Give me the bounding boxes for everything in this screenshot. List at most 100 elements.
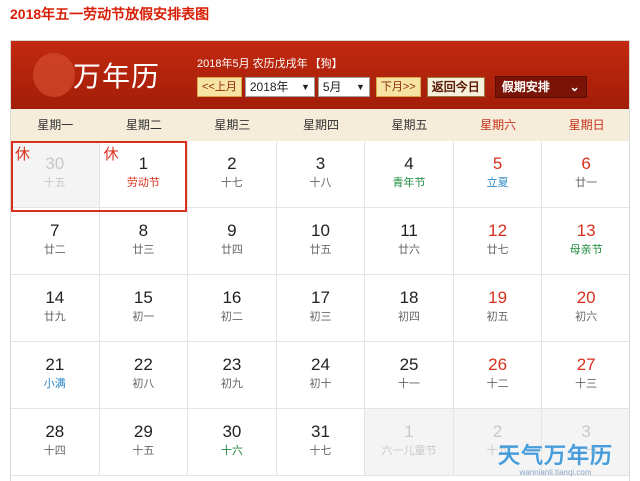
calendar-widget: 万年历 2018年5月 农历戊戌年 【狗】 <<上月 2018年 ▼ 5月 ▼ 下… [10, 40, 630, 481]
lunar-date: 十七 [309, 445, 332, 457]
day-number: 25 [399, 355, 419, 374]
day-number: 11 [400, 221, 418, 240]
day-cell[interactable]: 15 初一 [99, 275, 189, 342]
day-cell[interactable]: 7 廿二 [11, 208, 100, 275]
lunar-date: 十七 [220, 177, 243, 189]
lunar-date: 初六 [575, 311, 598, 323]
lunar-date: 廿七 [486, 244, 509, 256]
dog-logo-icon [33, 53, 75, 97]
lunar-date: 初二 [220, 311, 243, 323]
weekday-label: 星期二 [125, 118, 162, 132]
lunar-date: 初四 [398, 311, 421, 323]
day-number: 17 [311, 288, 330, 307]
day-number: 23 [222, 355, 242, 374]
lunar-date: 十一 [398, 378, 421, 390]
day-cell[interactable]: 8 廿三 [99, 208, 189, 275]
day-number: 5 [492, 154, 503, 173]
weekday-label: 星期一 [37, 118, 74, 132]
lunar-date: 廿六 [398, 244, 421, 256]
day-number: 16 [222, 288, 242, 307]
lunar-date: 十六 [220, 445, 243, 457]
rest-day-badge: 休 [15, 146, 31, 163]
day-cell[interactable]: 20 初六 [542, 275, 629, 342]
lunar-date: 十五 [132, 445, 155, 457]
today-button[interactable]: 返回今日 [426, 77, 485, 97]
day-cell[interactable]: 26 十二 [453, 342, 543, 409]
day-number: 6 [581, 154, 591, 173]
lunar-date: 廿五 [309, 244, 332, 256]
calendar-controls: <<上月 2018年 ▼ 5月 ▼ 下月>> 返回今日 假期安排 ⌄ [197, 76, 587, 98]
year-select-value: 2018年 [249, 80, 289, 94]
day-cell[interactable]: 17 初三 [276, 275, 366, 342]
day-cell[interactable]: 1 六一儿童节 [365, 409, 454, 476]
day-cell[interactable]: 18 初四 [365, 275, 454, 342]
lunar-date: 青年节 [392, 177, 426, 189]
day-cell[interactable]: 3 十八 [276, 141, 366, 208]
day-number: 14 [45, 288, 65, 307]
day-cell[interactable]: 21 小满 [11, 342, 100, 409]
day-cell[interactable]: 16 初二 [188, 275, 277, 342]
day-cell[interactable]: 5 立夏 [453, 141, 543, 208]
day-number: 20 [576, 288, 596, 307]
lunar-date: 廿九 [43, 311, 66, 323]
date-info: 2018年5月 农历戊戌年 【狗】 [197, 55, 343, 71]
lunar-date: 六一儿童节 [381, 445, 437, 457]
date-info-text: 2018年5月 农历戊戌年 [197, 58, 308, 70]
calendar-week-row: 14 廿九 15 初一 16 初二 17 初三 18 初四 19 初五 20 初六 [11, 275, 629, 342]
day-number: 8 [138, 221, 149, 240]
lunar-date: 初三 [309, 311, 332, 323]
watermark-logo-text: 天气万年历 [498, 443, 614, 468]
dropdown-arrow-icon: ▼ [355, 82, 365, 92]
day-cell[interactable]: 27 十三 [542, 342, 629, 409]
day-number: 31 [311, 422, 330, 441]
day-number: 2 [227, 154, 237, 173]
day-cell[interactable]: 休 1 劳动节 [99, 141, 189, 208]
day-cell[interactable]: 13 母亲节 [542, 208, 629, 275]
day-cell[interactable]: 19 初五 [453, 275, 543, 342]
day-number: 19 [488, 288, 508, 307]
chevron-down-icon: ⌄ [569, 80, 580, 94]
day-cell[interactable]: 30 十六 [188, 409, 277, 476]
prev-month-button[interactable]: <<上月 [197, 77, 242, 97]
day-cell[interactable]: 12 廿七 [453, 208, 543, 275]
day-number: 4 [404, 154, 414, 173]
day-number: 30 [222, 422, 242, 441]
day-number: 27 [576, 355, 596, 374]
day-cell[interactable]: 10 廿五 [276, 208, 366, 275]
next-month-button[interactable]: 下月>> [375, 77, 421, 97]
lunar-date: 廿一 [575, 177, 598, 189]
day-cell[interactable]: 4 青年节 [365, 141, 454, 208]
day-cell[interactable]: 休 30 十五 [11, 141, 100, 208]
day-cell[interactable]: 28 十四 [11, 409, 100, 476]
lunar-date: 小满 [43, 378, 66, 390]
lunar-date: 十二 [486, 378, 509, 390]
day-cell[interactable]: 22 初八 [99, 342, 189, 409]
logo-text: 万年历 [73, 62, 161, 93]
day-cell[interactable]: 23 初九 [188, 342, 277, 409]
day-number: 10 [311, 221, 330, 240]
lunar-date: 十五 [43, 177, 66, 189]
day-cell[interactable]: 29 十五 [99, 409, 189, 476]
rest-day-badge: 休 [103, 146, 119, 163]
weekday-label: 星期六 [480, 118, 517, 132]
lunar-date: 十三 [575, 378, 598, 390]
day-cell[interactable]: 31 十七 [276, 409, 366, 476]
calendar-grid: 休 30 十五休 1 劳动节 2 十七 3 十八 4 青年节 5 立夏 6 廿一 7 廿二 8 廿三 9 廿四 10 廿五 1… [11, 141, 629, 476]
holiday-select[interactable]: 假期安排 ⌄ [494, 76, 587, 98]
day-cell[interactable]: 9 廿四 [188, 208, 277, 275]
lunar-date: 廿二 [43, 244, 66, 256]
day-cell[interactable]: 11 廿六 [365, 208, 454, 275]
day-number: 15 [133, 288, 153, 307]
calendar-week-row: 休 30 十五休 1 劳动节 2 十七 3 十八 4 青年节 5 立夏 6 廿一 [11, 141, 629, 208]
month-select[interactable]: 5月 ▼ [317, 77, 370, 97]
day-cell[interactable]: 14 廿九 [11, 275, 100, 342]
day-cell[interactable]: 25 十一 [365, 342, 454, 409]
day-cell[interactable]: 2 十七 [188, 141, 277, 208]
day-number: 24 [311, 355, 330, 374]
lunar-date: 母亲节 [569, 244, 603, 256]
month-select-value: 5月 [322, 80, 342, 94]
lunar-date: 立夏 [486, 177, 509, 189]
day-cell[interactable]: 6 廿一 [542, 141, 629, 208]
year-select[interactable]: 2018年 ▼ [244, 77, 315, 97]
day-cell[interactable]: 24 初十 [276, 342, 366, 409]
